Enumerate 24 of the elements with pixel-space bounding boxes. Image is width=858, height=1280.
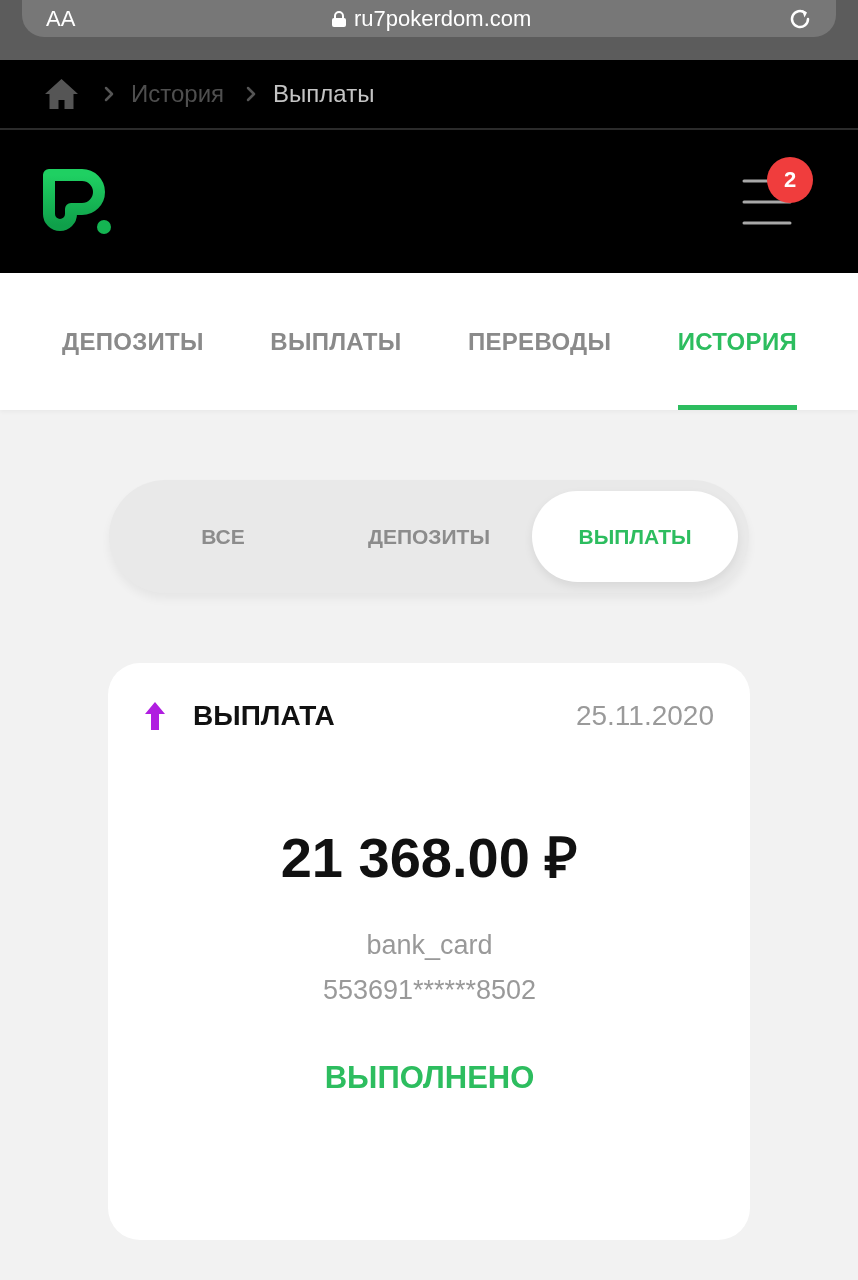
breadcrumb-link[interactable]: История [131,79,225,109]
url-text: ru7pokerdom.com [354,5,532,32]
lock-icon [332,10,346,27]
transaction-status: ВЫПОЛНЕНО [323,1059,536,1097]
tab[interactable]: ВЫПЛАТЫ [270,273,402,410]
transaction-date: 25.11.2020 [575,699,714,733]
tab[interactable]: ПЕРЕВОДЫ [467,273,612,410]
home-icon[interactable] [45,79,78,109]
filter-option[interactable]: ВЫПЛАТЫ [532,491,738,582]
address-bar[interactable]: AA ru7pokerdom.com [22,0,836,37]
payment-method: bank_card [365,929,494,962]
reader-button[interactable]: AA [46,5,76,32]
filter-option[interactable]: ВСЕ [120,491,326,582]
notification-badge: 2 [767,156,813,203]
chevron-icon [104,86,114,102]
logo-icon[interactable] [42,168,112,235]
transaction-type: ВЫПЛАТА [193,699,335,733]
chevron-icon [246,86,257,102]
breadcrumb-link[interactable]: Выплаты [273,79,375,109]
filter-option[interactable]: ДЕПОЗИТЫ [326,491,532,582]
transaction-amount: 21 368.00 ₽ [279,825,580,891]
tab[interactable]: ИСТОРИЯ [677,273,797,410]
tab[interactable]: ДЕПОЗИТЫ [62,273,204,410]
card-number: 553691******8502 [321,974,538,1007]
